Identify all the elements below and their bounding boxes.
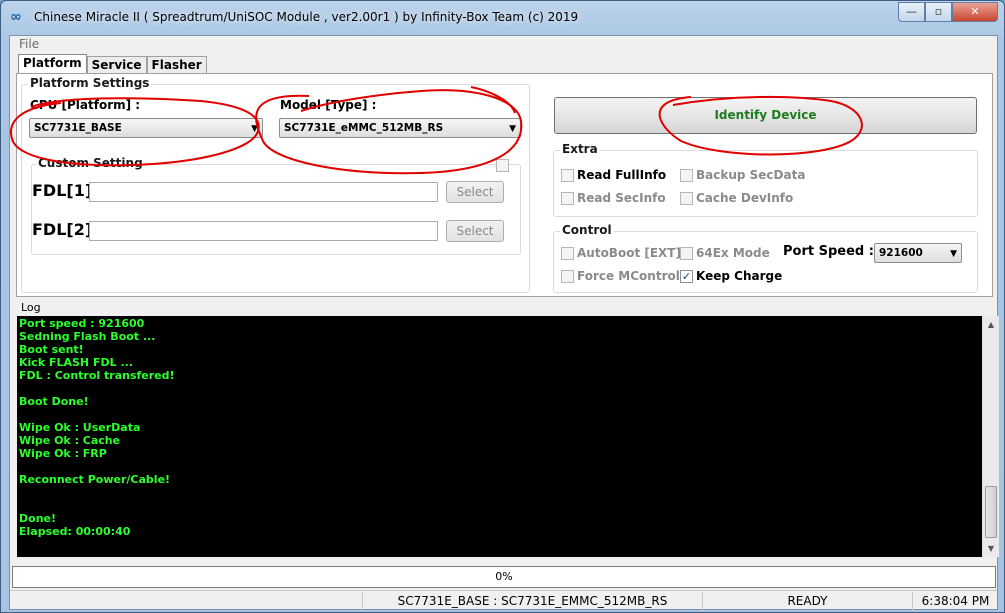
64ex-mode-checkbox[interactable] [680,247,693,260]
chevron-down-icon: ▼ [509,124,516,134]
cpu-select-value: SC7731E_BASE [34,122,122,134]
fdl2-select-button[interactable]: Select [446,220,504,242]
port-speed-value: 921600 [879,247,923,259]
minimize-button[interactable]: — [898,2,925,22]
cpu-select[interactable]: SC7731E_BASE ▼ [29,118,263,138]
read-fullinfo-checkbox[interactable] [561,169,574,182]
extra-label: Extra [560,142,600,156]
autoboot-checkbox[interactable] [561,247,574,260]
progress-bar: 0% [12,566,996,588]
log-scrollbar[interactable]: ▲ ▼ [982,316,999,557]
log-line: Done! [19,512,56,525]
log-output[interactable]: Port speed : 921600 Sedning Flash Boot ..… [17,316,982,557]
log-line: Reconnect Power/Cable! [19,473,171,486]
fdl2-path-input[interactable] [89,221,438,241]
window-title: Chinese Miracle II ( Spreadtrum/UniSOC M… [34,10,579,24]
log-line: Wipe Ok : Cache [19,434,121,447]
log-line: FDL : Control transfered! [19,369,175,382]
model-select[interactable]: SC7731E_eMMC_512MB_RS ▼ [279,118,521,138]
control-label: Control [560,223,614,237]
log-line: Wipe Ok : UserData [19,421,141,434]
window-controls: — ▫ ✕ [898,2,998,22]
log-line: Wipe Ok : FRP [19,447,107,460]
tab-platform[interactable]: Platform [18,54,87,73]
tab-flasher[interactable]: Flasher [146,56,207,73]
infinity-logo-icon: ∞ [10,9,22,25]
read-fullinfo-label: Read FullInfo [577,168,667,182]
force-mcontrol-label: Force MControl [577,269,680,283]
cpu-label: CPU [Platform] : [30,98,141,112]
title-bar[interactable]: ∞ Chinese Miracle II ( Spreadtrum/UniSOC… [1,1,1004,35]
log-line: Elapsed: 00:00:40 [19,525,131,538]
fdl1-label: FDL[1] [32,181,93,200]
custom-setting-checkbox[interactable] [496,159,509,172]
log-line: Port speed : 921600 [19,317,145,330]
autoboot-label: AutoBoot [EXT] [577,246,681,260]
model-label: Model [Type] : [280,98,377,112]
log-line: Sedning Flash Boot ... [19,330,156,343]
model-select-value: SC7731E_eMMC_512MB_RS [284,122,444,134]
chevron-down-icon: ▼ [950,249,957,259]
force-mcontrol-checkbox[interactable] [561,270,574,283]
scroll-thumb[interactable] [985,486,997,538]
chevron-down-icon: ▼ [251,124,258,134]
fdl1-select-button[interactable]: Select [446,181,504,203]
cache-devinfo-label: Cache DevInfo [696,191,794,205]
port-speed-select[interactable]: 921600 ▼ [874,243,962,263]
fdl1-path-input[interactable] [89,182,438,202]
menu-bar: File [10,36,997,53]
maximize-button[interactable]: ▫ [925,2,952,22]
scroll-down-arrow-icon[interactable]: ▼ [983,540,999,557]
extra-group: Extra Read FullInfo Backup SecData Read … [553,142,978,217]
custom-setting-group: Custom Setting FDL[1] Select FDL[2] Sele… [31,156,521,255]
main-window: ∞ Chinese Miracle II ( Spreadtrum/UniSOC… [0,0,1005,613]
control-group: Control AutoBoot [EXT] 64Ex Mode Port Sp… [553,223,978,293]
backup-secdata-label: Backup SecData [696,168,806,182]
close-button[interactable]: ✕ [952,2,998,22]
scroll-up-arrow-icon[interactable]: ▲ [983,316,999,333]
port-speed-label: Port Speed : [783,244,874,259]
keep-charge-checkbox[interactable]: ✓ [680,270,693,283]
tab-service[interactable]: Service [86,56,147,73]
status-time: 6:38:04 PM [912,592,998,611]
keep-charge-label: Keep Charge [696,269,783,283]
platform-tab-page: Platform Settings CPU [Platform] : SC773… [16,73,993,297]
identify-device-button[interactable]: Identify Device [554,97,977,134]
client-area: File Platform Service Flasher Platform S… [9,35,999,611]
backup-secdata-checkbox[interactable] [680,169,693,182]
status-device: SC7731E_BASE : SC7731E_EMMC_512MB_RS [362,592,702,611]
status-bar: SC7731E_BASE : SC7731E_EMMC_512MB_RS REA… [10,590,997,611]
platform-settings-group: Platform Settings CPU [Platform] : SC773… [21,76,530,293]
custom-setting-label: Custom Setting [36,156,145,170]
64ex-mode-label: 64Ex Mode [696,246,770,260]
status-state: READY [702,592,912,611]
tab-strip: Platform Service Flasher [18,54,207,73]
fdl2-label: FDL[2] [32,220,93,239]
menu-file[interactable]: File [19,37,39,51]
log-line: Boot Done! [19,395,89,408]
progress-text: 0% [495,570,513,583]
cache-devinfo-checkbox[interactable] [680,192,693,205]
log-label: Log [21,301,41,314]
log-line: Boot sent! [19,343,84,356]
platform-settings-label: Platform Settings [28,76,152,90]
read-secinfo-checkbox[interactable] [561,192,574,205]
log-line: Kick FLASH FDL ... [19,356,133,369]
read-secinfo-label: Read SecInfo [577,191,666,205]
